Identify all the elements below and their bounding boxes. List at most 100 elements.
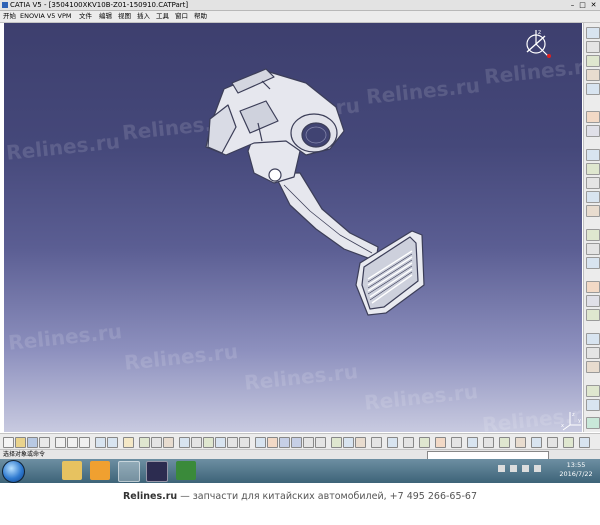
rule-icon[interactable] — [499, 437, 510, 448]
tray-network-icon[interactable] — [498, 465, 505, 472]
pan-icon[interactable] — [203, 437, 214, 448]
zoom-in-icon[interactable] — [227, 437, 238, 448]
spreadsheet-icon[interactable] — [176, 461, 196, 480]
rib-icon[interactable] — [586, 125, 600, 137]
menu-window[interactable]: 窗口 — [175, 11, 188, 22]
minimize-button[interactable]: – — [568, 1, 577, 9]
render-icon[interactable] — [435, 437, 446, 448]
exit-workbench-icon[interactable] — [586, 41, 600, 53]
thick-surface-icon[interactable] — [586, 309, 600, 321]
catalog-icon[interactable] — [151, 437, 162, 448]
translate-icon[interactable] — [586, 229, 600, 241]
measure-inertia-icon[interactable] — [355, 437, 366, 448]
compass-icon[interactable]: z — [520, 27, 552, 59]
shaft-icon[interactable] — [586, 83, 600, 95]
zoom-out-icon[interactable] — [239, 437, 250, 448]
menu-edit[interactable]: 编辑 — [99, 11, 112, 22]
section-icon[interactable] — [451, 437, 462, 448]
footer-caption: Relines.ru — запчасти для китайских авто… — [0, 483, 600, 525]
tray-input-icon[interactable] — [534, 465, 541, 472]
menu-bar: 开始 ENOVIA V5 VPM 文件 编辑 视图 插入 工具 窗口 帮助 — [0, 11, 600, 23]
update-icon[interactable] — [139, 437, 150, 448]
menu-view[interactable]: 视图 — [118, 11, 131, 22]
point-icon[interactable] — [586, 347, 600, 359]
undo-icon[interactable] — [95, 437, 106, 448]
cut-icon[interactable] — [55, 437, 66, 448]
measure-icon[interactable] — [586, 399, 600, 411]
thickness-icon[interactable] — [586, 205, 600, 217]
fit-all-icon[interactable] — [191, 437, 202, 448]
redo-icon[interactable] — [107, 437, 118, 448]
open-file-icon[interactable] — [15, 437, 26, 448]
sensor-icon[interactable] — [547, 437, 558, 448]
menu-enovia[interactable]: ENOVIA V5 VPM — [20, 11, 71, 22]
apply-material-bottom-icon[interactable] — [579, 437, 590, 448]
footer-site[interactable]: Relines.ru — [123, 491, 177, 502]
pedal-part-model[interactable] — [4, 23, 582, 432]
menu-tools[interactable]: 工具 — [156, 11, 169, 22]
3d-viewport[interactable]: Relines.ru Relines.ru Relines.ru Relines… — [4, 23, 582, 432]
annotation-icon[interactable] — [419, 437, 430, 448]
measure-item-icon[interactable] — [343, 437, 354, 448]
hole-icon[interactable] — [586, 111, 600, 123]
create-view-icon[interactable] — [387, 437, 398, 448]
catia-editor-icon[interactable] — [118, 461, 140, 482]
bottom-toolbar — [0, 433, 600, 450]
measure-between-icon[interactable] — [331, 437, 342, 448]
copy-icon[interactable] — [67, 437, 78, 448]
tray-speaker-icon[interactable] — [522, 465, 529, 472]
hide-show-icon[interactable] — [303, 437, 314, 448]
menu-start[interactable]: 开始 — [3, 11, 16, 22]
menu-insert[interactable]: 插入 — [137, 11, 150, 22]
media-player-icon[interactable] — [90, 461, 110, 480]
apply-material-icon[interactable] — [586, 417, 600, 429]
menu-file[interactable]: 文件 — [79, 11, 92, 22]
constraint-icon[interactable] — [586, 385, 600, 397]
iso-view-icon[interactable] — [267, 437, 278, 448]
material-icon[interactable] — [467, 437, 478, 448]
photo-viewer-icon[interactable] — [146, 461, 168, 482]
boolean-icon[interactable] — [586, 281, 600, 293]
axis-z-label: z — [572, 412, 575, 418]
edges-icon[interactable] — [291, 437, 302, 448]
pad-icon[interactable] — [586, 55, 600, 67]
sketcher-icon[interactable] — [586, 27, 600, 39]
title-bar: CATIA V5 - [3504100XKV10B-Z01-150910.CAT… — [0, 0, 600, 11]
menu-help[interactable]: 帮助 — [194, 11, 207, 22]
swap-space-icon[interactable] — [315, 437, 326, 448]
draft-icon[interactable] — [586, 177, 600, 189]
windows-explorer-icon[interactable] — [62, 461, 82, 480]
properties-icon[interactable] — [403, 437, 414, 448]
fillet-icon[interactable] — [586, 149, 600, 161]
catia-app-icon — [2, 2, 8, 8]
chamfer-icon[interactable] — [586, 163, 600, 175]
taskbar-clock[interactable]: 13:55 2016/7/22 — [556, 461, 596, 479]
parameter-icon[interactable] — [563, 437, 574, 448]
maximize-button[interactable]: □ — [578, 1, 587, 9]
reaction-icon[interactable] — [531, 437, 542, 448]
knowledge-icon[interactable] — [483, 437, 494, 448]
axis-triad-icon: z y x — [561, 412, 581, 431]
fly-mode-icon[interactable] — [179, 437, 190, 448]
formula-icon[interactable] — [163, 437, 174, 448]
windows-start-button[interactable] — [2, 460, 25, 483]
shading-icon[interactable] — [279, 437, 290, 448]
line-icon[interactable] — [586, 361, 600, 373]
shell-icon[interactable] — [586, 191, 600, 203]
normal-view-icon[interactable] — [255, 437, 266, 448]
mirror-icon[interactable] — [586, 243, 600, 255]
new-file-icon[interactable] — [3, 437, 14, 448]
close-button[interactable]: ✕ — [589, 1, 598, 9]
paste-icon[interactable] — [79, 437, 90, 448]
rotate-icon[interactable] — [215, 437, 226, 448]
whats-this-icon[interactable] — [123, 437, 134, 448]
split-icon[interactable] — [586, 295, 600, 307]
save-icon[interactable] — [27, 437, 38, 448]
print-icon[interactable] — [39, 437, 50, 448]
3d-compass-icon[interactable] — [371, 437, 382, 448]
pattern-icon[interactable] — [586, 257, 600, 269]
plane-icon[interactable] — [586, 333, 600, 345]
pocket-icon[interactable] — [586, 69, 600, 81]
check-icon[interactable] — [515, 437, 526, 448]
tray-flag-icon[interactable] — [510, 465, 517, 472]
